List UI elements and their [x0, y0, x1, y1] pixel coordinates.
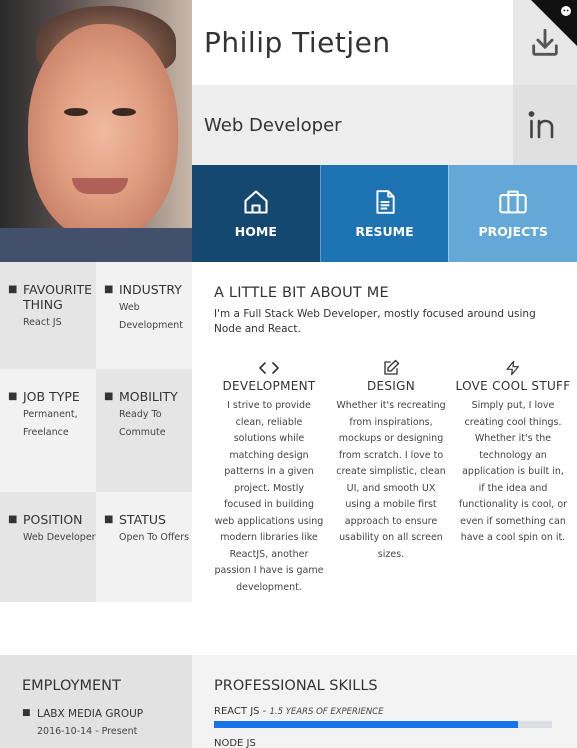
skill-item: REACT JS - 1.5 YEARS OF EXPERIENCE — [214, 706, 577, 728]
feature-title: DEVELOPMENT — [222, 379, 316, 393]
skills-section: PROFESSIONAL SKILLS REACT JS - 1.5 YEARS… — [192, 655, 577, 748]
profile-title: Web Developer — [204, 114, 342, 136]
feature-list: DEVELOPMENT I strive to provide clean, r… — [208, 359, 577, 596]
skill-experience: 1.5 YEARS OF EXPERIENCE — [269, 707, 384, 717]
employment-company: LABX MEDIA GROUP — [37, 708, 144, 720]
employment-section: EMPLOYMENT ■ LABX MEDIA GROUP 2016-10-14 … — [0, 655, 192, 748]
fact-label: MOBILITY — [119, 389, 178, 404]
job-title-bar: Web Developer — [192, 85, 513, 165]
feature-design: DESIGN Whether it's recreating from insp… — [330, 359, 452, 596]
fact-job-type: ■ JOB TYPE Permanent, Freelance — [0, 369, 96, 492]
employment-item: ■ LABX MEDIA GROUP — [22, 708, 144, 720]
fact-label: INDUSTRY — [119, 282, 182, 297]
fact-label: FAVOURITE THING — [23, 282, 93, 312]
skill-name: NODE JS — [214, 738, 256, 748]
feature-title: LOVE COOL STUFF — [455, 379, 571, 393]
feature-text: Simply put, I love creating cool things.… — [458, 400, 568, 543]
fact-label: STATUS — [119, 512, 166, 527]
employment-heading: EMPLOYMENT — [22, 678, 121, 694]
fact-value: React JS — [23, 317, 62, 328]
fact-label: JOB TYPE — [23, 389, 80, 404]
skill-progress-bar — [214, 721, 552, 728]
feature-text: Whether it's recreating from inspiration… — [336, 400, 446, 560]
profile-photo — [0, 0, 192, 262]
feature-development: DEVELOPMENT I strive to provide clean, r… — [208, 359, 330, 596]
code-icon — [259, 362, 279, 374]
name-header: Philip Tietjen — [192, 0, 513, 85]
skills-heading: PROFESSIONAL SKILLS — [214, 678, 378, 694]
feature-title: DESIGN — [366, 379, 416, 393]
fact-favourite-thing: ■ FAVOURITE THING React JS — [0, 262, 96, 369]
fact-position: ■ POSITION Web Developer — [0, 492, 96, 602]
about-intro: I'm a Full Stack Web Developer, mostly f… — [214, 308, 536, 335]
fact-value: Open To Offers — [119, 532, 190, 543]
linkedin-icon — [528, 111, 554, 139]
tab-projects-label: PROJECTS — [478, 224, 548, 239]
fact-value: Web Developer — [23, 532, 96, 543]
quick-facts: ■ FAVOURITE THING React JS ■ INDUSTRY Web … — [0, 262, 192, 602]
fact-label: POSITION — [23, 512, 83, 527]
document-icon — [375, 190, 395, 214]
skill-separator: - — [259, 706, 270, 717]
download-button[interactable] — [513, 0, 577, 85]
fact-mobility: ■ MOBILITY Ready To Commute — [96, 369, 192, 492]
tab-projects[interactable]: PROJECTS — [448, 165, 577, 262]
feature-love-cool-stuff: LOVE COOL STUFF Simply put, I love creat… — [452, 359, 574, 596]
github-corner-icon — [561, 6, 571, 16]
fact-status: ■ STATUS Open To Offers — [96, 492, 192, 602]
feature-text: I strive to provide clean, reliable solu… — [214, 400, 324, 593]
lightning-icon — [506, 360, 519, 376]
tab-home-label: HOME — [234, 224, 277, 239]
tab-resume[interactable]: RESUME — [319, 165, 449, 262]
edit-icon — [384, 359, 400, 375]
main-nav: HOME RESUME PROJECTS — [192, 165, 577, 262]
skill-name: REACT JS — [214, 706, 260, 717]
fact-industry: ■ INDUSTRY Web Development — [96, 262, 192, 369]
briefcase-icon — [499, 190, 527, 214]
fact-value: Ready To Commute — [119, 409, 166, 438]
linkedin-button[interactable] — [513, 85, 577, 165]
skill-item: NODE JS — [214, 738, 577, 748]
about-heading: A LITTLE BIT ABOUT ME — [214, 285, 389, 301]
tab-resume-label: RESUME — [355, 224, 414, 239]
fact-value: Permanent, Freelance — [23, 409, 78, 438]
employment-dates: 2016-10-14 - Present — [37, 726, 138, 737]
fact-value: Web Development — [119, 302, 183, 331]
about-section: A LITTLE BIT ABOUT ME I'm a Full Stack W… — [192, 262, 577, 655]
tab-home[interactable]: HOME — [192, 165, 320, 262]
home-icon — [244, 190, 268, 214]
skill-progress-fill — [214, 721, 519, 728]
profile-name: Philip Tietjen — [204, 26, 391, 59]
